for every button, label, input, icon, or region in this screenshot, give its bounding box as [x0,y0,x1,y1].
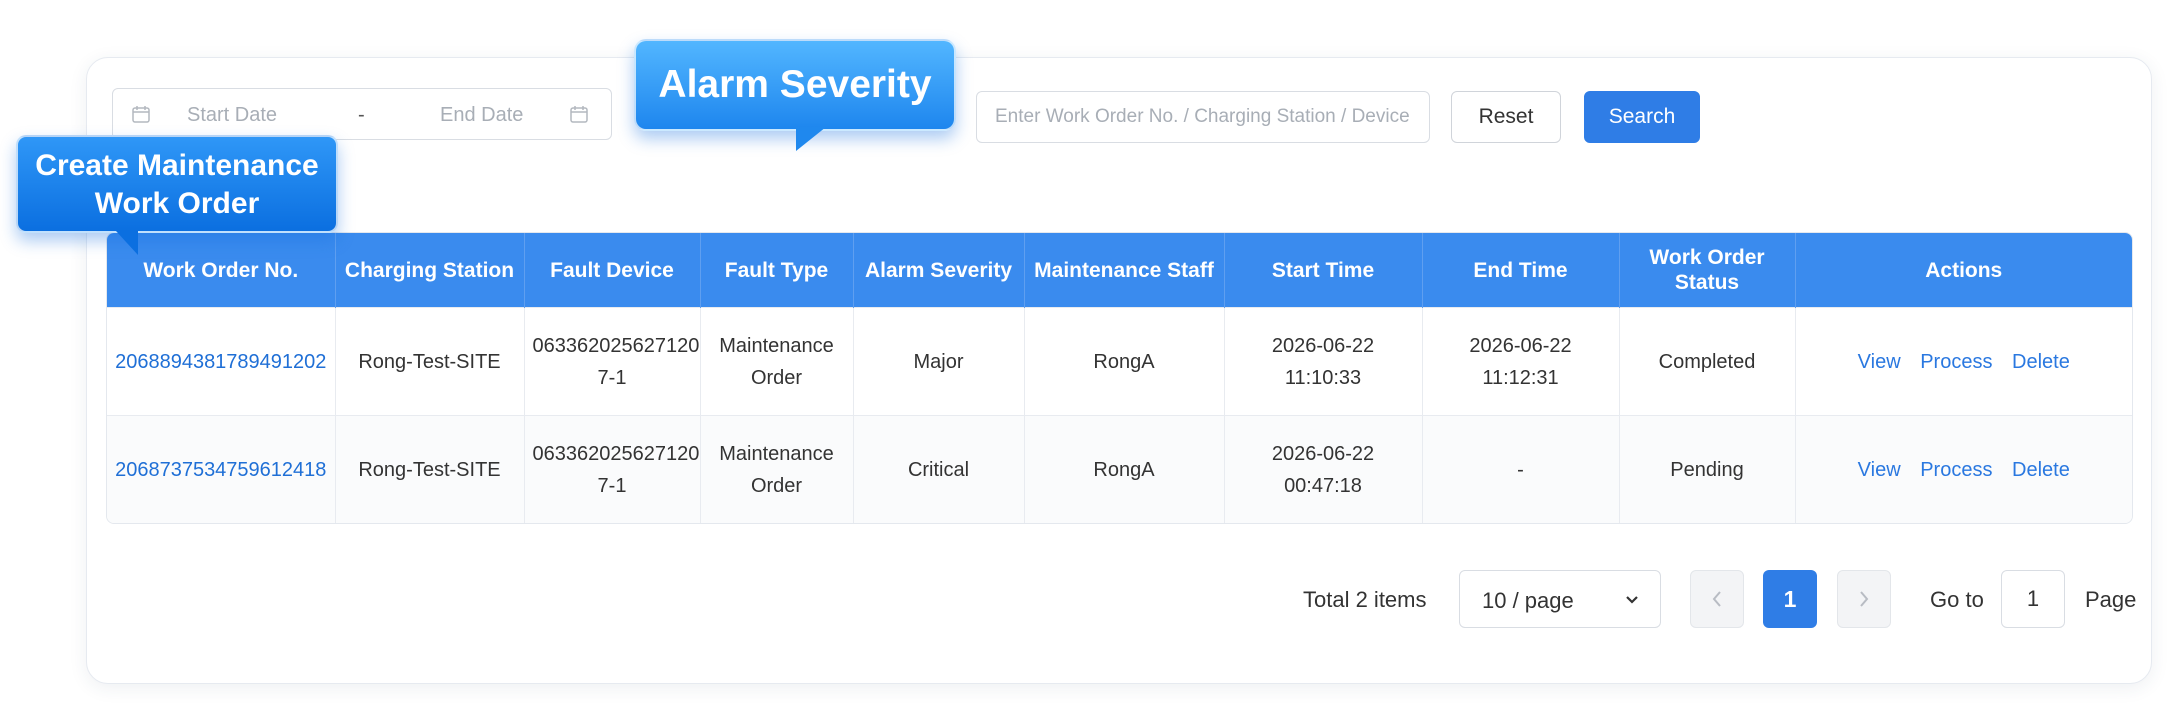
table-row: 2068737534759612418 Rong-Test-SITE 06336… [107,415,2132,523]
alarm-severity-callout-text: Alarm Severity [658,63,932,106]
header-fault-device: Fault Device [524,233,701,308]
fault-type-line: Maintenance [719,442,834,465]
chevron-left-icon [1712,591,1721,607]
maintenance-staff-cell: RongA [1024,307,1225,416]
header-charging-station: Charging Station [335,233,525,308]
table-header-row: Work Order No. Charging Station Fault De… [107,233,2132,308]
work-order-table: Work Order No. Charging Station Fault De… [106,232,2133,524]
goto-page-input[interactable] [2001,570,2065,628]
delete-button[interactable]: Delete [2012,459,2070,481]
view-button[interactable]: View [1858,351,1901,373]
header-work-order-status: Work Order Status [1619,233,1796,308]
fault-device-line: 063362025627120 [532,334,700,357]
work-order-link[interactable]: 2068894381789491202 [107,307,336,416]
fault-device-cell: 063362025627120 7-1 [524,307,701,416]
fault-type-line: Maintenance [719,334,834,357]
callout-tail [116,231,138,255]
header-maintenance-staff: Maintenance Staff [1024,233,1225,308]
chevron-right-icon [1860,591,1869,607]
alarm-severity-cell: Major [853,307,1025,416]
process-button[interactable]: Process [1920,351,1992,373]
create-callout-line: Work Order [94,187,260,220]
search-input[interactable] [976,91,1430,143]
page-size-select[interactable]: 10 / page [1459,570,1661,628]
prev-page-button[interactable] [1690,570,1744,628]
goto-label: Go to [1930,587,1984,612]
end-time-cell: 2026-06-22 11:12:31 [1422,307,1620,416]
page-size-value: 10 / page [1482,588,1574,613]
create-callout-line: Create Maintenance [35,149,319,182]
actions-cell: View Process Delete [1795,415,2132,523]
reset-button[interactable]: Reset [1451,91,1561,143]
header-start-time: Start Time [1224,233,1423,308]
next-page-button[interactable] [1837,570,1891,628]
fault-device-line: 063362025627120 [532,442,700,465]
fault-device-line: 7-1 [597,366,627,389]
maintenance-staff-cell: RongA [1024,415,1225,523]
start-time-cell: 2026-06-22 00:47:18 [1224,415,1423,523]
header-alarm-severity: Alarm Severity [853,233,1025,308]
work-order-link[interactable]: 2068737534759612418 [107,415,336,523]
header-end-time: End Time [1422,233,1620,308]
view-button[interactable]: View [1858,459,1901,481]
calendar-icon [570,106,588,123]
delete-button[interactable]: Delete [2012,351,2070,373]
end-time-cell: - [1422,415,1620,523]
total-items-text: Total 2 items [1303,587,1427,612]
date-separator: - [358,104,365,126]
start-time-cell: 2026-06-22 11:10:33 [1224,307,1423,416]
status-cell: Pending [1619,415,1796,523]
callout-tail [796,127,826,151]
date-range-picker[interactable]: Start Date - End Date [112,88,612,140]
header-fault-type: Fault Type [700,233,854,308]
create-work-order-callout: Create Maintenance Work Order [16,135,338,255]
fault-type-line: Order [750,366,803,389]
calendar-icon [132,106,150,123]
header-actions: Actions [1795,233,2132,308]
search-button[interactable]: Search [1584,91,1700,143]
fault-type-cell: Maintenance Order [700,307,854,416]
table-row: 2068894381789491202 Rong-Test-SITE 06336… [107,307,2132,416]
charging-station-cell: Rong-Test-SITE [335,307,525,416]
alarm-severity-callout: Alarm Severity [634,39,956,151]
fault-type-line: Order [750,474,803,497]
chevron-down-icon [1626,596,1638,604]
page-label: Page [2085,587,2137,612]
start-date-field[interactable]: Start Date [187,104,277,127]
fault-device-line: 7-1 [597,474,627,497]
fault-type-cell: Maintenance Order [700,415,854,523]
end-date-field[interactable]: End Date [440,104,523,127]
charging-station-cell: Rong-Test-SITE [335,415,525,523]
status-cell: Completed [1619,307,1796,416]
actions-cell: View Process Delete [1795,307,2132,416]
alarm-severity-cell: Critical [853,415,1025,523]
fault-device-cell: 063362025627120 7-1 [524,415,701,523]
header-work-order-no: Work Order No. [107,233,336,308]
process-button[interactable]: Process [1920,459,1992,481]
page-number-current[interactable]: 1 [1763,570,1817,628]
